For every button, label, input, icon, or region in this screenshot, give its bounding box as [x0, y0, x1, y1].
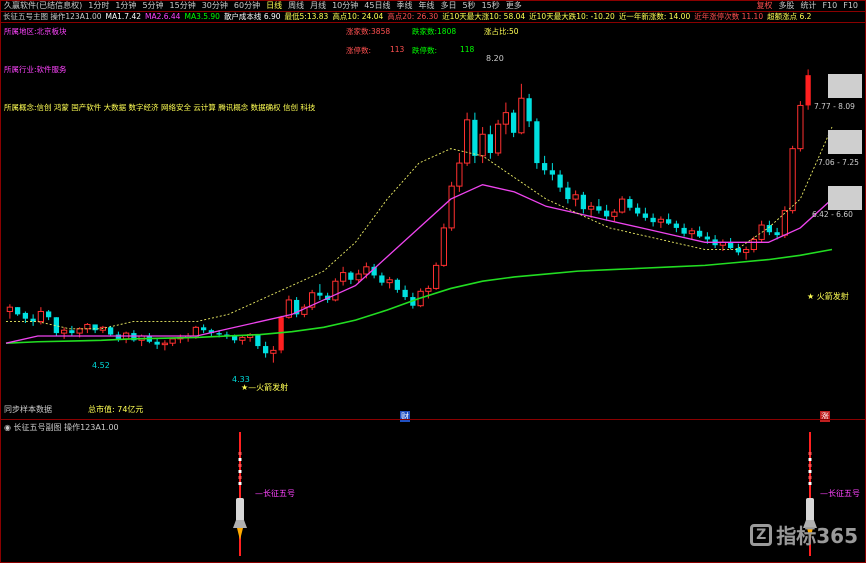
subchart — [233, 432, 817, 556]
logo-icon: Z — [750, 523, 773, 546]
brand-logo: Z 指标365 — [750, 520, 858, 549]
logo-text: 指标365 — [776, 524, 858, 548]
rocket-signal-icon — [233, 432, 247, 556]
subchart-signal-left: —长征五号 — [255, 489, 295, 498]
subchart-signal-right: —长征五号 — [820, 489, 860, 498]
